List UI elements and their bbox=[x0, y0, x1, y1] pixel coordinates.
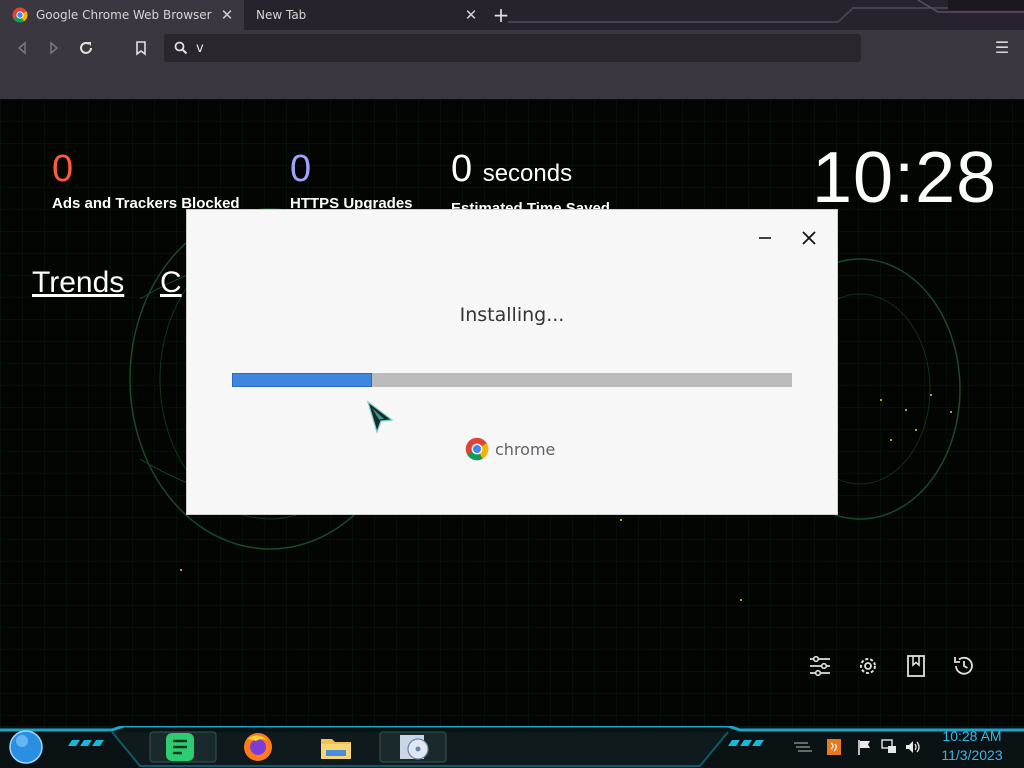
chrome-icon bbox=[12, 7, 28, 23]
start-orb-icon[interactable] bbox=[8, 729, 44, 765]
minimize-button[interactable] bbox=[753, 226, 777, 250]
tab-strip: Google Chrome Web Browser ✕ New Tab ✕ + bbox=[0, 0, 1024, 30]
customize-sliders-icon[interactable] bbox=[807, 653, 833, 679]
back-arrow-icon bbox=[17, 41, 26, 55]
mouse-cursor-icon bbox=[366, 400, 394, 434]
trends-link[interactable]: Trends bbox=[32, 266, 124, 300]
tab-new-tab[interactable]: New Tab ✕ bbox=[244, 0, 488, 30]
stat-unit: seconds bbox=[482, 160, 573, 187]
toolbar-spacer bbox=[0, 66, 1024, 99]
search-icon bbox=[174, 41, 188, 55]
chrome-brand: chrome bbox=[465, 437, 555, 461]
install-status-text: Installing... bbox=[459, 304, 565, 326]
progress-fill bbox=[232, 373, 372, 387]
stat-value: 0 bbox=[52, 148, 74, 190]
forward-button[interactable] bbox=[42, 36, 66, 60]
network-icon[interactable] bbox=[880, 738, 898, 756]
tab-label: Google Chrome Web Browser bbox=[36, 8, 212, 22]
firefox-icon[interactable] bbox=[240, 729, 276, 765]
media-player-icon[interactable] bbox=[396, 729, 432, 765]
back-button[interactable] bbox=[10, 36, 34, 60]
stat-value: 0 bbox=[290, 148, 312, 190]
tray-time[interactable]: 10:28 AM bbox=[934, 728, 1010, 744]
close-icon bbox=[802, 231, 816, 245]
stat-ads-blocked: 0 Ads and Trackers Blocked bbox=[52, 149, 240, 212]
brand-name: chrome bbox=[495, 439, 556, 459]
address-bar-text: v bbox=[196, 40, 204, 56]
bookmarks-icon[interactable] bbox=[903, 653, 929, 679]
action-center-flag-icon[interactable] bbox=[856, 738, 872, 756]
taskbar: 10:28 AM 11/3/2023 bbox=[0, 726, 1024, 768]
file-explorer-icon[interactable] bbox=[318, 729, 354, 765]
java-update-icon[interactable] bbox=[826, 738, 842, 756]
title-bar-decoration bbox=[508, 0, 1024, 23]
tray-date[interactable]: 11/3/2023 bbox=[934, 747, 1010, 763]
tab-label: New Tab bbox=[256, 8, 307, 22]
close-tab-icon[interactable]: ✕ bbox=[460, 4, 482, 26]
bookmark-icon bbox=[136, 40, 146, 56]
history-icon[interactable] bbox=[951, 653, 977, 679]
stat-https-upgrades: 0 HTTPS Upgrades bbox=[290, 149, 413, 212]
tab-chrome-web-browser[interactable]: Google Chrome Web Browser ✕ bbox=[0, 0, 244, 30]
reload-icon bbox=[80, 42, 92, 54]
bookmark-button[interactable] bbox=[129, 36, 153, 60]
volume-icon[interactable] bbox=[904, 738, 922, 756]
install-progress-bar bbox=[232, 373, 792, 387]
reload-button[interactable] bbox=[74, 36, 98, 60]
close-button[interactable] bbox=[797, 226, 821, 250]
notes-app-icon[interactable] bbox=[162, 729, 198, 765]
stat-value: 0 bbox=[451, 148, 473, 190]
close-tab-icon[interactable]: ✕ bbox=[216, 4, 238, 26]
show-desktop-icon[interactable] bbox=[792, 739, 814, 755]
minimize-icon bbox=[759, 237, 771, 239]
gear-icon[interactable] bbox=[855, 653, 881, 679]
chrome-logo-icon bbox=[465, 437, 489, 461]
ntp-link-c[interactable]: C bbox=[160, 266, 182, 300]
browser-menu-button[interactable]: ☰ bbox=[992, 36, 1012, 60]
browser-toolbar: v ☰ bbox=[0, 30, 1024, 66]
stat-time-saved: 0 seconds Estimated Time Saved bbox=[451, 149, 610, 217]
ntp-clock: 10:28 bbox=[812, 138, 998, 218]
address-bar[interactable]: v bbox=[164, 34, 861, 62]
desktop: Google Chrome Web Browser ✕ New Tab ✕ + bbox=[0, 0, 1024, 768]
forward-arrow-icon bbox=[50, 41, 59, 55]
installer-dialog: Installing... chrome bbox=[187, 210, 837, 514]
